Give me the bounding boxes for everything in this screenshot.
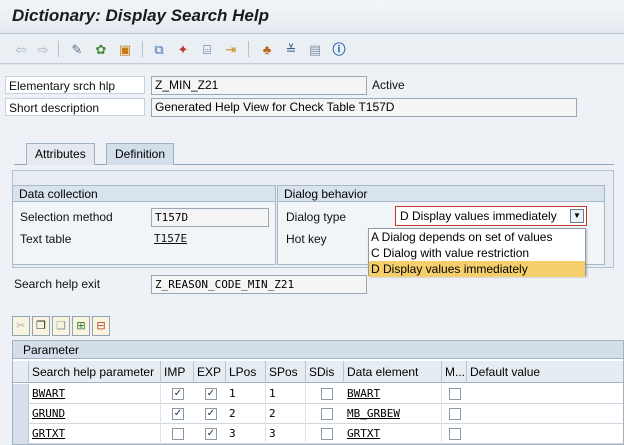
tabstrip: Attributes Definition xyxy=(14,143,614,165)
row-selector[interactable] xyxy=(13,404,29,424)
imp-checkbox[interactable]: ✓ xyxy=(172,408,184,420)
sdis-checkbox[interactable] xyxy=(321,408,333,420)
dialog-type-options-list: A Dialog depends on set of values C Dial… xyxy=(368,228,586,277)
selection-method-field[interactable]: T157D xyxy=(151,208,269,227)
hot-key-label: Hot key xyxy=(286,232,327,246)
parameter-grid-title: Parameter xyxy=(13,341,623,359)
search-help-label: Elementary srch hlp xyxy=(5,76,145,94)
table-row: BWART ✓ ✓ 1 1 BWART xyxy=(13,384,623,404)
exp-checkbox[interactable]: ✓ xyxy=(205,408,217,420)
column-header-spos[interactable]: SPos xyxy=(266,361,306,383)
forward-arrow-icon[interactable]: ⇨ xyxy=(34,40,52,58)
toolbar-separator xyxy=(248,41,249,57)
column-header-data-element[interactable]: Data element xyxy=(344,361,442,383)
spos-cell[interactable]: 1 xyxy=(266,384,306,404)
search-help-name-field[interactable]: Z_MIN_Z21 xyxy=(151,76,367,95)
parameter-grid: Parameter Search help parameter IMP EXP … xyxy=(12,340,624,445)
column-header-param[interactable]: Search help parameter xyxy=(29,361,161,383)
sdis-checkbox[interactable] xyxy=(321,388,333,400)
dialog-type-option-c[interactable]: C Dialog with value restriction xyxy=(369,245,585,261)
row-selector[interactable] xyxy=(13,384,29,404)
m-checkbox[interactable] xyxy=(449,388,461,400)
imp-checkbox[interactable]: ✓ xyxy=(172,388,184,400)
tab-attributes[interactable]: Attributes xyxy=(26,143,95,165)
column-header-sdis[interactable]: SDis xyxy=(306,361,344,383)
activate-icon[interactable]: ▣ xyxy=(116,40,134,58)
object-list-icon[interactable]: ✦ xyxy=(174,40,192,58)
search-help-exit-label: Search help exit xyxy=(14,277,101,291)
layout-icon[interactable]: ▤ xyxy=(306,40,324,58)
display-change-icon[interactable]: ✿ xyxy=(92,40,110,58)
dialog-type-option-d[interactable]: D Display values immediately xyxy=(369,261,585,277)
where-used-icon[interactable]: ⧉ xyxy=(150,40,168,58)
row-selector[interactable] xyxy=(13,424,29,444)
column-header-default-value[interactable]: Default value xyxy=(467,361,623,383)
column-header-m[interactable]: M... xyxy=(442,361,467,383)
chevron-down-icon[interactable]: ▼ xyxy=(570,209,584,223)
test-icon[interactable]: ⌸ xyxy=(198,40,216,58)
exp-checkbox[interactable]: ✓ xyxy=(205,388,217,400)
direct-entry-icon[interactable]: ⇥ xyxy=(222,40,240,58)
column-header-lpos[interactable]: LPos xyxy=(226,361,266,383)
search-help-exit-field[interactable]: Z_REASON_CODE_MIN_Z21 xyxy=(151,275,367,294)
param-cell[interactable]: GRTXT xyxy=(29,424,161,444)
data-collection-heading: Data collection xyxy=(13,186,275,202)
insert-row-icon[interactable]: ⊞ xyxy=(72,316,90,336)
center-icon[interactable]: ≚ xyxy=(282,40,300,58)
param-cell[interactable]: GRUND xyxy=(29,404,161,424)
imp-checkbox[interactable] xyxy=(172,428,184,440)
toolbar-separator xyxy=(142,41,143,57)
window-title: Dictionary: Display Search Help xyxy=(12,6,269,25)
info-icon[interactable]: ⓘ xyxy=(330,40,348,58)
cut-icon[interactable]: ✂ xyxy=(12,316,30,336)
tab-definition[interactable]: Definition xyxy=(106,143,175,165)
dialog-type-dropdown[interactable]: D Display values immediately ▼ xyxy=(395,206,587,226)
lpos-cell[interactable]: 2 xyxy=(226,404,266,424)
m-checkbox[interactable] xyxy=(449,428,461,440)
dialog-behavior-heading: Dialog behavior xyxy=(278,186,604,202)
default-value-cell[interactable] xyxy=(467,424,623,444)
text-table-label: Text table xyxy=(20,232,72,246)
hierarchy-icon[interactable]: ♣ xyxy=(258,40,276,58)
selection-method-label: Selection method xyxy=(20,210,113,224)
spos-cell[interactable]: 3 xyxy=(266,424,306,444)
lpos-cell[interactable]: 3 xyxy=(226,424,266,444)
status-text: Active xyxy=(372,78,405,92)
param-cell[interactable]: BWART xyxy=(29,384,161,404)
delete-row-icon[interactable]: ⊟ xyxy=(92,316,110,336)
spos-cell[interactable]: 2 xyxy=(266,404,306,424)
short-description-label: Short description xyxy=(5,98,145,116)
data-element-cell[interactable]: GRTXT xyxy=(344,424,442,444)
data-element-cell[interactable]: MB_GRBEW xyxy=(344,404,442,424)
m-checkbox[interactable] xyxy=(449,408,461,420)
dialog-type-label: Dialog type xyxy=(286,210,347,224)
data-element-cell[interactable]: BWART xyxy=(344,384,442,404)
back-arrow-icon[interactable]: ⇦ xyxy=(12,40,30,58)
lpos-cell[interactable]: 1 xyxy=(226,384,266,404)
column-header-exp[interactable]: EXP xyxy=(194,361,226,383)
default-value-cell[interactable] xyxy=(467,404,623,424)
parameter-grid-header: Search help parameter IMP EXP LPos SPos … xyxy=(13,361,623,383)
paste-icon[interactable]: ❏ xyxy=(52,316,70,336)
table-row: GRTXT ✓ 3 3 GRTXT xyxy=(13,424,623,444)
column-header-imp[interactable]: IMP xyxy=(161,361,194,383)
default-value-cell[interactable] xyxy=(467,384,623,404)
exp-checkbox[interactable]: ✓ xyxy=(205,428,217,440)
application-toolbar: ⇦ ⇨ ✎ ✿ ▣ ⧉ ✦ ⌸ ⇥ ♣ ≚ ▤ ⓘ xyxy=(0,34,624,64)
dialog-type-selected-value: D Display values immediately xyxy=(400,209,557,223)
text-table-value[interactable]: T157E xyxy=(154,230,187,248)
row-selector-header[interactable] xyxy=(13,361,29,383)
sdis-checkbox[interactable] xyxy=(321,428,333,440)
copy-icon[interactable]: ❐ xyxy=(32,316,50,336)
table-row: GRUND ✓ ✓ 2 2 MB_GRBEW xyxy=(13,404,623,424)
other-object-icon[interactable]: ✎ xyxy=(68,40,86,58)
window-titlebar: Dictionary: Display Search Help xyxy=(0,0,624,34)
short-description-field[interactable]: Generated Help View for Check Table T157… xyxy=(151,98,577,117)
toolbar-separator xyxy=(58,41,59,57)
dialog-type-option-a[interactable]: A Dialog depends on set of values xyxy=(369,229,585,245)
